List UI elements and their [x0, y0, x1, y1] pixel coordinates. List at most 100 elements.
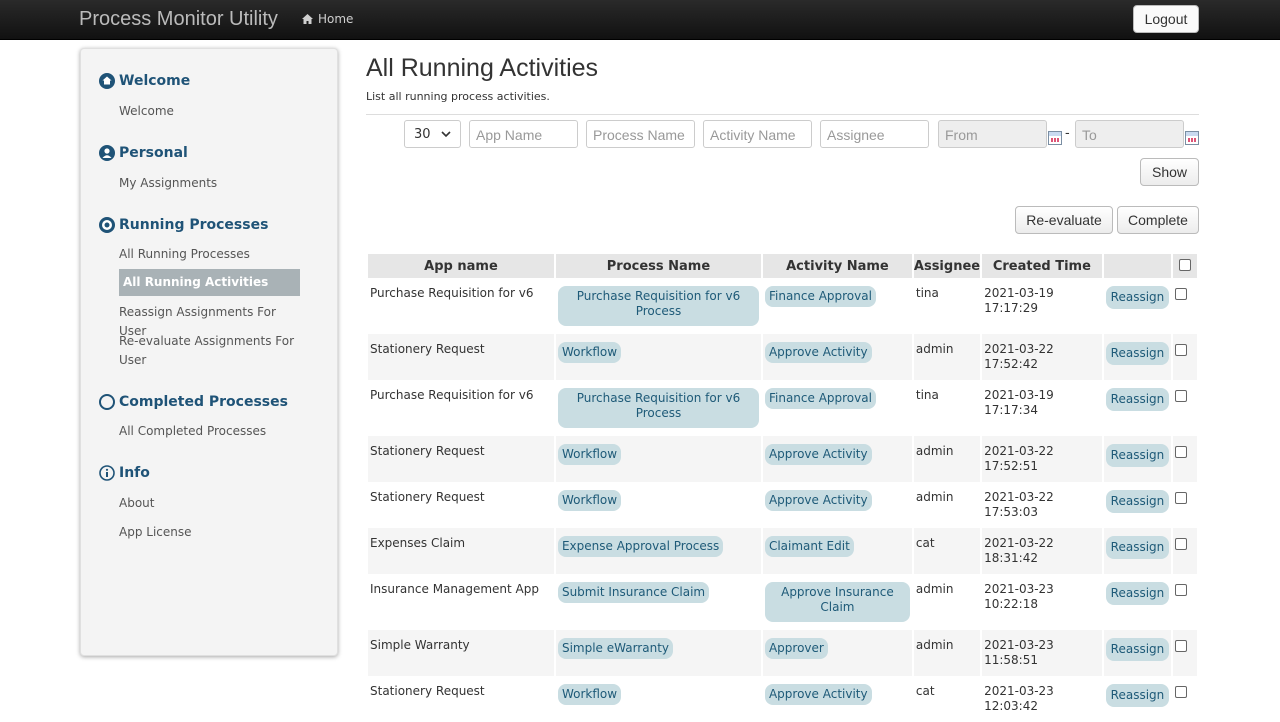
reevaluate-button[interactable]: Re-evaluate: [1015, 206, 1113, 234]
table-row: Stationery Request Workflow Approve Acti…: [368, 676, 1197, 722]
select-all-checkbox[interactable]: [1179, 259, 1192, 271]
reassign-button[interactable]: Reassign: [1105, 286, 1170, 309]
cell-app-name: Stationery Request: [368, 334, 554, 380]
column-header-action: [1103, 254, 1172, 278]
row-checkbox[interactable]: [1175, 390, 1188, 402]
sidebar-section-title: Welcome: [119, 73, 191, 89]
activity-link[interactable]: Claimant Edit: [764, 536, 854, 557]
row-checkbox[interactable]: [1175, 288, 1188, 300]
cell-created-date: 2021-03-19: [984, 286, 1054, 300]
activity-name-filter[interactable]: Activity Name: [703, 120, 812, 148]
rows-per-page-select[interactable]: 30: [404, 120, 461, 148]
row-checkbox[interactable]: [1175, 640, 1188, 652]
process-link[interactable]: Workflow: [557, 444, 622, 465]
cell-created-time: 12:03:42: [984, 699, 1038, 713]
process-name-filter[interactable]: Process Name: [586, 120, 695, 148]
sidebar-section-completed-processes: Completed Processes: [99, 394, 288, 410]
column-header-activity-name[interactable]: Activity Name: [762, 254, 912, 278]
sidebar-item-app-license[interactable]: App License: [119, 523, 301, 542]
sidebar-section-personal: Personal: [99, 145, 188, 161]
row-checkbox[interactable]: [1175, 492, 1188, 504]
home-circle-icon: [99, 73, 115, 89]
cell-app-name: Stationery Request: [370, 684, 485, 698]
calendar-icon[interactable]: [1048, 131, 1062, 145]
reassign-button[interactable]: Reassign: [1105, 342, 1170, 365]
target-circle-icon: [99, 217, 115, 233]
activity-link[interactable]: Approve Activity: [764, 342, 872, 363]
reassign-button[interactable]: Reassign: [1105, 582, 1170, 605]
process-link[interactable]: Purchase Requisition for v6 Process: [557, 286, 759, 326]
cell-created-date: 2021-03-23: [984, 638, 1054, 652]
activity-link[interactable]: Approver: [764, 638, 828, 659]
column-header-app-name[interactable]: App name: [368, 254, 554, 278]
column-header-assignee[interactable]: Assignee: [913, 254, 981, 278]
top-navbar: Process Monitor Utility Home Logout: [0, 0, 1280, 40]
activity-link[interactable]: Approve Activity: [764, 684, 872, 705]
reassign-button[interactable]: Reassign: [1105, 638, 1170, 661]
complete-button[interactable]: Complete: [1117, 206, 1199, 234]
process-link[interactable]: Expense Approval Process: [557, 536, 724, 557]
cell-app-name: Purchase Requisition for v6: [370, 286, 534, 300]
table-row: Purchase Requisition for v6 Purchase Req…: [368, 278, 1197, 334]
row-checkbox[interactable]: [1175, 344, 1188, 356]
show-button[interactable]: Show: [1140, 158, 1199, 186]
row-checkbox[interactable]: [1175, 686, 1188, 698]
cell-assignee: tina: [915, 388, 939, 402]
sidebar-section-title: Completed Processes: [119, 394, 288, 410]
divider: [366, 114, 1199, 115]
row-checkbox[interactable]: [1175, 538, 1188, 550]
process-link[interactable]: Submit Insurance Claim: [557, 582, 710, 603]
cell-app-name: Expenses Claim: [368, 528, 554, 574]
cell-app-name: Stationery Request: [368, 436, 554, 482]
logout-button[interactable]: Logout: [1133, 5, 1199, 33]
process-link[interactable]: Simple eWarranty: [557, 638, 673, 659]
activity-link[interactable]: Finance Approval: [764, 286, 876, 307]
sidebar-item-welcome[interactable]: Welcome: [119, 102, 301, 121]
process-link[interactable]: Purchase Requisition for v6 Process: [557, 388, 759, 428]
table-row: Insurance Management App Submit Insuranc…: [368, 574, 1197, 630]
sidebar-item-all-running-activities[interactable]: All Running Activities: [119, 269, 300, 296]
sidebar-item-reevaluate-assignments[interactable]: Re-evaluate Assignments For User: [119, 332, 301, 370]
app-title[interactable]: Process Monitor Utility: [79, 8, 278, 31]
process-link[interactable]: Workflow: [557, 684, 622, 705]
to-date-field[interactable]: To: [1075, 120, 1184, 148]
process-link[interactable]: Workflow: [557, 342, 622, 363]
assignee-filter[interactable]: Assignee: [820, 120, 929, 148]
reassign-button[interactable]: Reassign: [1105, 490, 1170, 513]
from-date-field[interactable]: From: [938, 120, 1047, 148]
activity-link[interactable]: Approve Insurance Claim: [764, 582, 910, 622]
sidebar-item-about[interactable]: About: [119, 494, 301, 513]
reassign-button[interactable]: Reassign: [1105, 684, 1170, 707]
cell-created-date: 2021-03-22: [984, 444, 1054, 458]
cell-app-name: Stationery Request: [370, 490, 485, 504]
row-checkbox[interactable]: [1175, 584, 1188, 596]
sidebar-section-title: Personal: [119, 145, 188, 161]
column-header-created-time[interactable]: Created Time: [982, 254, 1102, 278]
cell-assignee: cat: [913, 528, 981, 574]
calendar-icon[interactable]: [1185, 131, 1199, 145]
cell-assignee: admin: [913, 630, 981, 676]
activity-link[interactable]: Approve Activity: [764, 490, 872, 511]
cell-created-time: 11:58:51: [984, 653, 1038, 667]
cell-created-time: 18:31:42: [984, 551, 1038, 565]
cell-created-time: 17:53:03: [984, 505, 1038, 519]
app-name-filter[interactable]: App Name: [469, 120, 578, 148]
column-header-select: [1173, 254, 1197, 278]
row-checkbox[interactable]: [1175, 446, 1188, 458]
sidebar-section-title: Info: [119, 465, 150, 481]
reassign-button[interactable]: Reassign: [1105, 388, 1170, 411]
cell-assignee: admin: [915, 490, 954, 504]
sidebar-item-all-running-processes[interactable]: All Running Processes: [119, 245, 301, 264]
sidebar-item-all-completed-processes[interactable]: All Completed Processes: [119, 422, 301, 441]
activities-table: App name Process Name Activity Name Assi…: [366, 254, 1199, 722]
activity-link[interactable]: Approve Activity: [764, 444, 872, 465]
chevron-down-icon: [441, 130, 451, 137]
home-link[interactable]: Home: [302, 12, 353, 26]
column-header-process-name[interactable]: Process Name: [555, 254, 761, 278]
reassign-button[interactable]: Reassign: [1105, 444, 1170, 467]
reassign-button[interactable]: Reassign: [1105, 536, 1170, 559]
process-link[interactable]: Workflow: [557, 490, 622, 511]
activity-link[interactable]: Finance Approval: [764, 388, 876, 409]
sidebar-item-my-assignments[interactable]: My Assignments: [119, 174, 301, 193]
cell-created-date: 2021-03-23: [984, 684, 1054, 698]
